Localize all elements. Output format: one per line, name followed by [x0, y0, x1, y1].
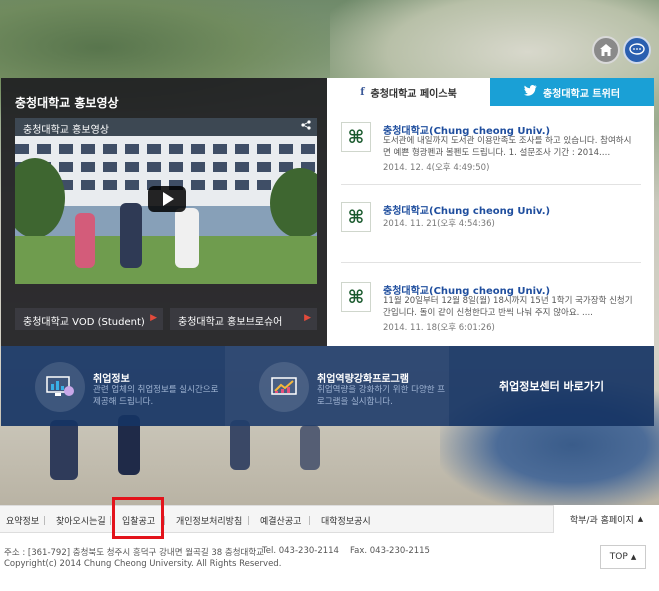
university-logo-avatar: ⌘ — [341, 122, 371, 152]
share-icon[interactable] — [301, 120, 311, 133]
sns-post[interactable]: ⌘ 충청대학교(Chung cheong Univ.) 2014. 11. 21… — [341, 202, 641, 238]
post-date: 2014. 11. 21(오후 4:54:36) — [383, 219, 495, 229]
sns-post[interactable]: ⌘ 충청대학교(Chung cheong Univ.) 11월 20일부터 12… — [341, 282, 641, 333]
home-button[interactable] — [592, 36, 620, 64]
sns-post[interactable]: ⌘ 충청대학교(Chung cheong Univ.) 도서관에 내일까지 도서… — [341, 122, 641, 173]
video-thumbnail-student — [175, 208, 199, 268]
sns-panel: f 충청대학교 페이스북 충청대학교 트위터 ⌘ 충청대학교(Chung che… — [327, 78, 654, 346]
top-button[interactable]: TOP ▲ — [600, 545, 646, 569]
background-person — [50, 420, 78, 480]
post-date: 2014. 11. 18(오후 6:01:26) — [383, 323, 495, 333]
job-center-link[interactable]: 취업정보센터 바로가기 — [449, 346, 654, 426]
background-person — [230, 420, 250, 470]
post-author[interactable]: 충청대학교(Chung cheong Univ.) — [383, 202, 550, 217]
arrow-right-icon: ▶ — [150, 313, 157, 323]
footer-copyright: Copyright(c) 2014 Chung Cheong Universit… — [4, 559, 282, 569]
footer-link-university-info[interactable]: 대학정보공시 — [321, 506, 371, 534]
footer-link-directions[interactable]: 찾아오시는길 — [56, 506, 106, 534]
twitter-icon — [523, 85, 537, 99]
job-info-title: 취업정보 — [93, 374, 130, 385]
video-player[interactable]: 충청대학교 홍보영상 — [15, 118, 317, 284]
facebook-icon: f — [360, 86, 365, 98]
university-logo-avatar: ⌘ — [341, 282, 371, 312]
footer-link-budget-notice[interactable]: 예결산공고 — [260, 506, 301, 534]
chat-button[interactable] — [623, 36, 651, 64]
tab-twitter[interactable]: 충청대학교 트위터 — [490, 78, 654, 106]
video-title-bar: 충청대학교 홍보영상 — [15, 118, 317, 136]
chart-monitor-icon — [35, 362, 85, 412]
video-thumbnail-grass — [15, 236, 317, 284]
arrow-right-icon: ▶ — [304, 313, 311, 323]
post-date: 2014. 12. 4(오후 4:49:50) — [383, 163, 490, 173]
background-person — [300, 425, 320, 470]
tab-facebook[interactable]: f 충청대학교 페이스북 — [327, 78, 490, 106]
chevron-up-icon: ▲ — [637, 515, 644, 523]
university-logo-avatar: ⌘ — [341, 202, 371, 232]
footer-nav-divider — [110, 516, 111, 525]
job-program-link[interactable]: 취업역량강화프로그램 취업역량을 강화하기 위한 다양한 프로그램을 실시합니다… — [225, 346, 449, 426]
footer-address: 주소 : [361-792] 충청북도 청주시 흥덕구 강내면 월곡길 38 충… — [4, 548, 265, 558]
post-divider — [341, 262, 641, 263]
top-button-label: TOP — [609, 552, 628, 562]
promo-video-section-title: 충청대학교 홍보영상 — [15, 96, 119, 110]
home-icon — [600, 44, 612, 56]
promo-video-panel: 충청대학교 홍보영상 충청대학교 홍보영상 충청대학교 VOD (Student… — [1, 78, 327, 346]
video-thumbnail-tree — [270, 168, 317, 238]
tab-facebook-label: 충청대학교 페이스북 — [370, 88, 457, 100]
footer-link-summary[interactable]: 요약정보 — [6, 506, 39, 534]
post-text: 11월 20일부터 12월 8일(월) 18시까지 15년 1학기 국가장학 신… — [383, 296, 633, 318]
vod-student-link[interactable]: 충청대학교 VOD (Student) ▶ — [15, 308, 163, 330]
post-text: 도서관에 내일까지 도서관 이용만족도 조사를 하고 있습니다. 참여하시면 예… — [383, 136, 632, 158]
play-button[interactable] — [148, 186, 186, 212]
vod-student-link-label: 충청대학교 VOD (Student) — [23, 317, 145, 328]
footer-nav-divider — [44, 516, 45, 525]
footer-link-privacy-policy[interactable]: 개인정보처리방침 — [176, 506, 242, 534]
job-program-desc: 취업역량을 강화하기 위한 다양한 프로그램을 실시합니다. — [317, 385, 446, 407]
play-icon — [163, 192, 174, 206]
highlight-box — [112, 497, 164, 539]
growth-chart-icon — [259, 362, 309, 412]
footer-nav-divider — [309, 516, 310, 525]
brochure-link-label: 충청대학교 홍보브로슈어 — [178, 317, 283, 328]
video-thumbnail-student — [120, 203, 142, 268]
tab-twitter-label: 충청대학교 트위터 — [542, 88, 621, 100]
chevron-up-icon: ▲ — [630, 553, 637, 561]
chat-icon — [629, 43, 645, 55]
footer-nav-divider — [164, 516, 165, 525]
footer-tel: Tel. 043-230-2114 — [262, 546, 339, 556]
job-info-link[interactable]: 취업정보 관련 업체의 취업정보를 실시간으로 제공해 드립니다. — [1, 346, 225, 426]
post-divider — [341, 184, 641, 185]
footer-fax: Fax. 043-230-2115 — [350, 546, 430, 556]
employment-strip: 취업정보 관련 업체의 취업정보를 실시간으로 제공해 드립니다. 취업역량강화… — [1, 346, 654, 426]
footer-nav-divider — [248, 516, 249, 525]
department-homepage-select-label: 학부/과 홈페이지 — [569, 515, 634, 526]
department-homepage-select[interactable]: 학부/과 홈페이지 ▲ — [553, 505, 659, 533]
video-player-title: 충청대학교 홍보영상 — [23, 125, 109, 136]
brochure-link[interactable]: 충청대학교 홍보브로슈어 ▶ — [170, 308, 317, 330]
video-thumbnail-student — [75, 213, 95, 268]
job-info-desc: 관련 업체의 취업정보를 실시간으로 제공해 드립니다. — [93, 385, 219, 407]
job-program-title: 취업역량강화프로그램 — [317, 374, 409, 385]
